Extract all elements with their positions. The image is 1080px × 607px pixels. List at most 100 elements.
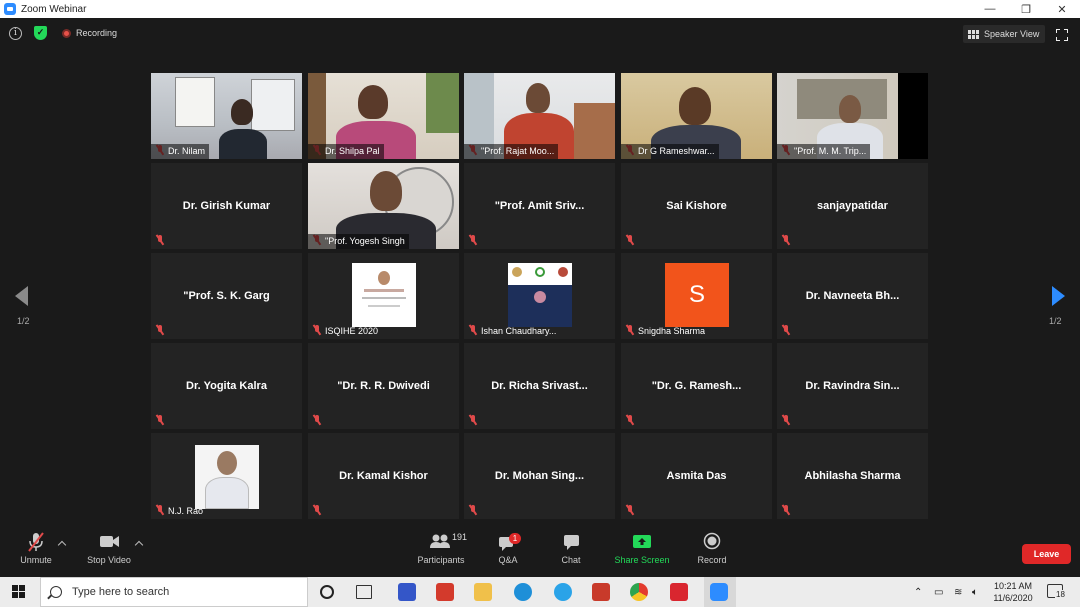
internet-explorer-icon[interactable] <box>554 583 572 601</box>
participant-tile[interactable]: Abhilasha Sharma <box>777 433 928 519</box>
participant-tile[interactable]: S Snigdha Sharma <box>621 253 772 339</box>
participant-tile[interactable]: Dr G Rameshwar... <box>621 73 772 159</box>
wifi-icon[interactable]: ≋ <box>954 577 962 607</box>
app-icon-mail[interactable] <box>436 583 454 601</box>
participant-name: Dr. Kamal Kishor <box>339 470 428 482</box>
profile-picture <box>195 445 259 509</box>
participant-tile[interactable]: Dr. Shilpa Pal <box>308 73 459 159</box>
profile-picture <box>508 263 572 327</box>
mic-muted-icon <box>312 505 322 515</box>
participant-tile[interactable]: Dr. Yogita Kalra <box>151 343 302 429</box>
participant-name: Abhilasha Sharma <box>804 470 901 482</box>
page-indicator-left: 1/2 <box>17 316 30 326</box>
participant-tile[interactable]: Dr. Richa Srivast... <box>464 343 615 429</box>
chat-icon <box>556 529 586 555</box>
participant-name: Dr. Girish Kumar <box>182 200 271 212</box>
avatar: S <box>665 263 729 327</box>
unmute-button[interactable]: Unmute <box>18 529 54 575</box>
title-bar: Zoom Webinar — ❐ ✕ <box>0 0 1080 18</box>
mic-muted-icon <box>155 325 165 335</box>
participant-name: Dr. Nilam <box>151 144 210 159</box>
speaker-view-button[interactable]: Speaker View <box>963 25 1045 43</box>
meeting-top-bar: i ✓ Recording Speaker View <box>0 18 1080 52</box>
participant-tile[interactable]: "Prof. Rajat Moo... <box>464 73 615 159</box>
app-icon-box[interactable] <box>670 583 688 601</box>
cortana-icon[interactable] <box>320 585 334 599</box>
share-screen-icon <box>612 529 672 555</box>
participant-tile[interactable]: Dr. Kamal Kishor <box>308 433 459 519</box>
participant-tile[interactable]: Dr. Mohan Sing... <box>464 433 615 519</box>
video-options-chevron-icon[interactable] <box>134 540 144 550</box>
mic-muted-icon <box>781 505 791 515</box>
record-button[interactable]: Record <box>696 529 728 575</box>
participant-name: "Prof. Amit Sriv... <box>494 200 585 212</box>
participant-tile[interactable]: Dr. Navneeta Bh... <box>777 253 928 339</box>
participant-tile[interactable]: Ishan Chaudhary... <box>464 253 615 339</box>
participant-tile[interactable]: N.J. Rao <box>151 433 302 519</box>
participant-tile[interactable]: Dr. Ravindra Sin... <box>777 343 928 429</box>
edge-browser-icon[interactable] <box>514 583 532 601</box>
tray-chevron-icon[interactable]: ⌃ <box>914 577 922 607</box>
leave-button[interactable]: Leave <box>1022 544 1071 564</box>
close-button[interactable]: ✕ <box>1044 0 1080 18</box>
participants-icon: 191 <box>416 529 467 555</box>
meeting-toolbar: Unmute Stop Video 191 Participants 1 Q&A <box>0 529 1080 575</box>
participant-tile[interactable]: Sai Kishore <box>621 163 772 249</box>
encryption-shield-icon[interactable]: ✓ <box>34 26 47 40</box>
participant-tile[interactable]: Dr. Nilam <box>151 73 302 159</box>
file-explorer-icon[interactable] <box>474 583 492 601</box>
audio-options-chevron-icon[interactable] <box>57 540 67 550</box>
task-view-icon[interactable] <box>356 585 372 599</box>
volume-icon[interactable]: 🔈︎ <box>972 577 978 607</box>
previous-page-arrow-icon[interactable] <box>15 286 28 306</box>
participant-tile[interactable]: "Dr. G. Ramesh... <box>621 343 772 429</box>
taskbar-clock[interactable]: 10:21 AM 11/6/2020 <box>990 580 1036 604</box>
window-title: Zoom Webinar <box>21 3 87 15</box>
participant-tile[interactable]: "Dr. R. R. Dwivedi <box>308 343 459 429</box>
speaker-view-label: Speaker View <box>984 29 1040 39</box>
mic-muted-icon <box>625 235 635 245</box>
qa-button[interactable]: 1 Q&A <box>493 529 523 575</box>
participant-tile[interactable]: "Prof. S. K. Garg <box>151 253 302 339</box>
stop-video-button[interactable]: Stop Video <box>86 529 132 575</box>
participant-name: Snigdha Sharma <box>638 326 706 336</box>
mic-muted-icon <box>468 505 478 515</box>
search-icon <box>50 586 62 598</box>
participant-name: Dr. Richa Srivast... <box>491 380 588 392</box>
participant-tile[interactable]: ISQIHE 2020 <box>308 253 459 339</box>
fullscreen-icon[interactable] <box>1056 29 1068 41</box>
participant-tile[interactable]: Asmita Das <box>621 433 772 519</box>
app-icon-red[interactable] <box>592 583 610 601</box>
profile-picture <box>352 263 416 327</box>
participant-tile[interactable]: Dr. Girish Kumar <box>151 163 302 249</box>
share-screen-button[interactable]: Share Screen <box>612 529 672 575</box>
record-icon <box>697 529 727 555</box>
app-icon-drawing[interactable] <box>398 583 416 601</box>
window-controls: — ❐ ✕ <box>972 0 1080 18</box>
mic-muted-icon <box>312 415 322 425</box>
participant-tile[interactable]: "Prof. Amit Sriv... <box>464 163 615 249</box>
zoom-webinar-window: Zoom Webinar — ❐ ✕ i ✓ Recording Speaker… <box>0 0 1080 607</box>
participants-button[interactable]: 191 Participants <box>416 529 467 575</box>
next-page-arrow-icon[interactable] <box>1052 286 1065 306</box>
battery-icon[interactable]: ▭ <box>934 577 943 607</box>
windows-start-icon[interactable] <box>12 585 25 598</box>
participants-label: Participants <box>417 555 465 565</box>
info-icon[interactable]: i <box>9 27 22 40</box>
participant-name: N.J. Rao <box>168 506 204 516</box>
participant-tile-active-speaker[interactable]: "Prof. Yogesh Singh <box>308 163 459 249</box>
chat-button[interactable]: Chat <box>556 529 586 575</box>
qa-badge: 1 <box>509 533 521 544</box>
participant-tile[interactable]: sanjaypatidar <box>777 163 928 249</box>
speaker-view-icon <box>968 29 979 39</box>
taskbar-search-box[interactable]: Type here to search <box>40 577 308 607</box>
participant-name: Dr. Shilpa Pal <box>308 144 384 159</box>
minimize-button[interactable]: — <box>972 0 1008 18</box>
restore-button[interactable]: ❐ <box>1008 0 1044 18</box>
chrome-browser-icon[interactable] <box>630 583 648 601</box>
search-placeholder: Type here to search <box>72 586 170 598</box>
participant-name: "Prof. Yogesh Singh <box>308 234 409 249</box>
participant-tile[interactable]: "Prof. M. M. Trip... <box>777 73 928 159</box>
participant-name: sanjaypatidar <box>817 200 888 212</box>
mic-muted-icon <box>155 415 165 425</box>
